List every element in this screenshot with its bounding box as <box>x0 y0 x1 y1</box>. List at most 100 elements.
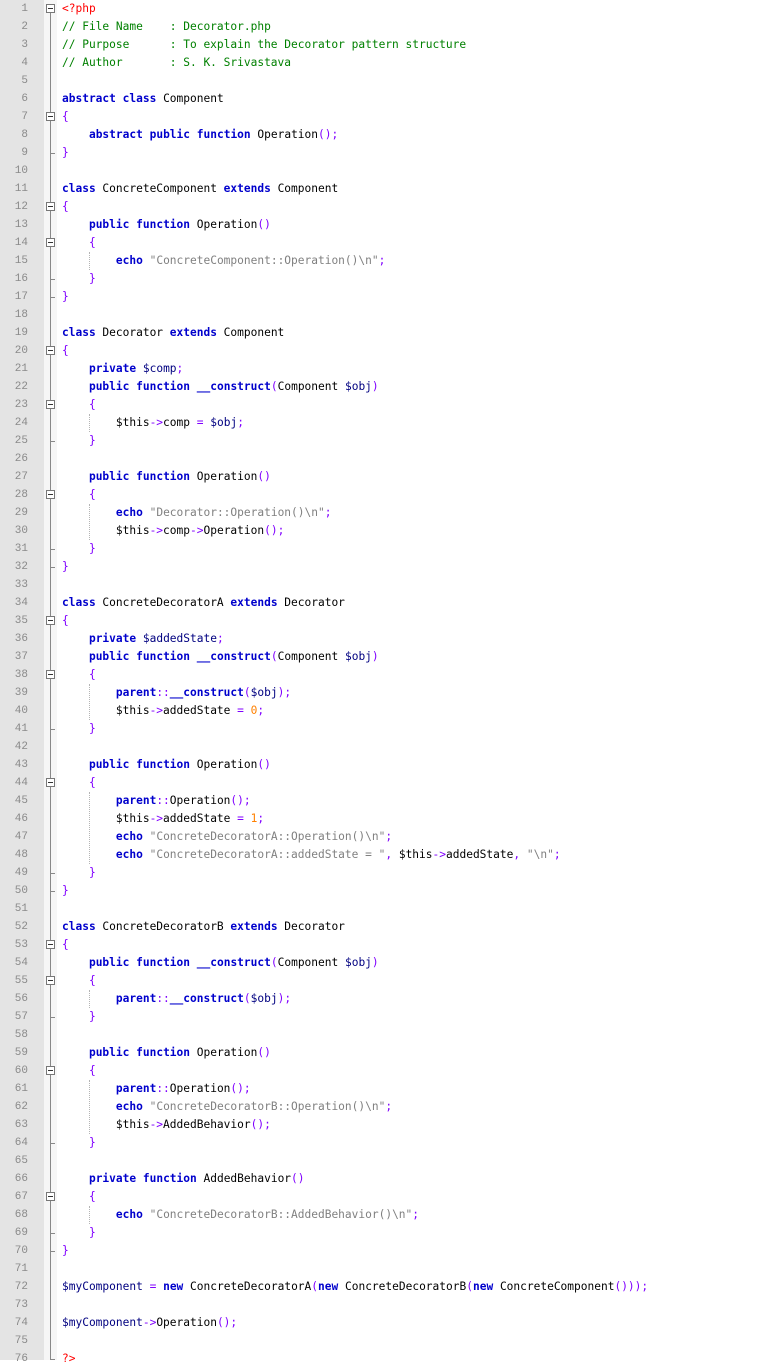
fold-toggle-icon[interactable] <box>44 486 57 504</box>
code-line[interactable]: 36 private $addedState; <box>0 630 760 648</box>
code-text[interactable]: public function Operation() <box>62 469 271 485</box>
code-text[interactable]: public function __construct(Component $o… <box>62 379 379 395</box>
code-line[interactable]: 13 public function Operation() <box>0 216 760 234</box>
code-text[interactable]: } <box>62 1135 96 1151</box>
code-line[interactable]: 74 $myComponent->Operation(); <box>0 1314 760 1332</box>
code-line[interactable]: 46 $this->addedState = 1; <box>0 810 760 828</box>
code-text[interactable]: public function Operation() <box>62 217 271 233</box>
code-line[interactable]: 6 abstract class Component <box>0 90 760 108</box>
code-line[interactable]: 3 // Purpose : To explain the Decorator p… <box>0 36 760 54</box>
code-text[interactable]: { <box>62 613 69 629</box>
code-text[interactable]: public function Operation() <box>62 1045 271 1061</box>
code-text[interactable]: parent::Operation(); <box>62 793 251 809</box>
code-line[interactable]: 37 public function __construct(Component… <box>0 648 760 666</box>
code-line[interactable]: 23 { <box>0 396 760 414</box>
code-text[interactable]: private $addedState; <box>62 631 224 647</box>
code-line[interactable]: 9} <box>0 144 760 162</box>
code-text[interactable]: echo "ConcreteComponent::Operation()\n"; <box>62 253 385 269</box>
code-line[interactable]: 67 { <box>0 1188 760 1206</box>
code-line[interactable]: 28 { <box>0 486 760 504</box>
fold-toggle-icon[interactable] <box>44 396 57 414</box>
code-text[interactable]: { <box>62 1189 96 1205</box>
code-text[interactable]: // Purpose : To explain the Decorator pa… <box>62 37 466 53</box>
code-text[interactable]: { <box>62 397 96 413</box>
code-line[interactable]: 15 echo "ConcreteComponent::Operation()\… <box>0 252 760 270</box>
code-line[interactable]: 43 public function Operation() <box>0 756 760 774</box>
code-text[interactable]: { <box>62 109 69 125</box>
fold-toggle-icon[interactable] <box>44 108 57 126</box>
code-line[interactable]: 11 class ConcreteComponent extends Compon… <box>0 180 760 198</box>
code-text[interactable]: public function __construct(Component $o… <box>62 955 379 971</box>
code-line[interactable]: 76 ?> <box>0 1350 760 1368</box>
code-text[interactable]: parent::__construct($obj); <box>62 991 291 1007</box>
code-line[interactable]: 50} <box>0 882 760 900</box>
code-text[interactable]: abstract class Component <box>62 91 224 107</box>
code-text[interactable]: class ConcreteDecoratorA extends Decorat… <box>62 595 345 611</box>
fold-toggle-icon[interactable] <box>44 1188 57 1206</box>
code-line[interactable]: 26 <box>0 450 760 468</box>
code-text[interactable]: } <box>62 271 96 287</box>
code-text[interactable]: $this->comp->Operation(); <box>62 523 284 539</box>
fold-toggle-icon[interactable] <box>44 774 57 792</box>
code-text[interactable]: $this->addedState = 0; <box>62 703 264 719</box>
code-line[interactable]: 44 { <box>0 774 760 792</box>
code-text[interactable]: private $comp; <box>62 361 183 377</box>
fold-toggle-icon[interactable] <box>44 972 57 990</box>
code-line[interactable]: 64 } <box>0 1134 760 1152</box>
code-line[interactable]: 1 <?php <box>0 0 760 18</box>
code-text[interactable]: echo "ConcreteDecoratorB::Operation()\n"… <box>62 1099 392 1115</box>
code-line[interactable]: 55 { <box>0 972 760 990</box>
code-text[interactable]: <?php <box>62 1 96 17</box>
code-line[interactable]: 4 // Author : S. K. Srivastava <box>0 54 760 72</box>
fold-toggle-icon[interactable] <box>44 198 57 216</box>
fold-toggle-icon[interactable] <box>44 234 57 252</box>
code-text[interactable]: } <box>62 289 69 305</box>
code-text[interactable]: } <box>62 145 69 161</box>
code-line[interactable]: 21 private $comp; <box>0 360 760 378</box>
code-text[interactable]: } <box>62 1225 96 1241</box>
code-line[interactable]: 18 <box>0 306 760 324</box>
code-line[interactable]: 66 private function AddedBehavior() <box>0 1170 760 1188</box>
code-text[interactable]: } <box>62 541 96 557</box>
code-line[interactable]: 68 echo "ConcreteDecoratorB::AddedBehavi… <box>0 1206 760 1224</box>
code-text[interactable]: $this->AddedBehavior(); <box>62 1117 271 1133</box>
code-line[interactable]: 62 echo "ConcreteDecoratorB::Operation()… <box>0 1098 760 1116</box>
code-text[interactable]: } <box>62 865 96 881</box>
code-text[interactable]: echo "ConcreteDecoratorB::AddedBehavior(… <box>62 1207 419 1223</box>
code-line[interactable]: 34 class ConcreteDecoratorA extends Decor… <box>0 594 760 612</box>
code-line[interactable]: 22 public function __construct(Component… <box>0 378 760 396</box>
code-text[interactable]: echo "ConcreteDecoratorA::addedState = "… <box>62 847 561 863</box>
code-line[interactable]: 16 } <box>0 270 760 288</box>
code-line[interactable]: 32} <box>0 558 760 576</box>
code-line[interactable]: 35 { <box>0 612 760 630</box>
code-line[interactable]: 2 // File Name : Decorator.php <box>0 18 760 36</box>
code-text[interactable]: } <box>62 559 69 575</box>
code-line[interactable]: 38 { <box>0 666 760 684</box>
code-line[interactable]: 17} <box>0 288 760 306</box>
code-line[interactable]: 12 { <box>0 198 760 216</box>
code-text[interactable]: class Decorator extends Component <box>62 325 284 341</box>
code-line[interactable]: 54 public function __construct(Component… <box>0 954 760 972</box>
code-line[interactable]: 30 $this->comp->Operation(); <box>0 522 760 540</box>
code-line[interactable]: 19 class Decorator extends Component <box>0 324 760 342</box>
code-line[interactable]: 20 { <box>0 342 760 360</box>
code-line[interactable]: 42 <box>0 738 760 756</box>
code-line[interactable]: 25 } <box>0 432 760 450</box>
code-line[interactable]: 52 class ConcreteDecoratorB extends Decor… <box>0 918 760 936</box>
code-text[interactable]: public function Operation() <box>62 757 271 773</box>
code-line[interactable]: 56 parent::__construct($obj); <box>0 990 760 1008</box>
code-line[interactable]: 51 <box>0 900 760 918</box>
code-text[interactable]: { <box>62 667 96 683</box>
code-line[interactable]: 73 <box>0 1296 760 1314</box>
code-line[interactable]: 5 <box>0 72 760 90</box>
code-line[interactable]: 33 <box>0 576 760 594</box>
code-line[interactable]: 49 } <box>0 864 760 882</box>
code-line[interactable]: 24 $this->comp = $obj; <box>0 414 760 432</box>
code-text[interactable]: $myComponent->Operation(); <box>62 1315 237 1331</box>
code-text[interactable]: private function AddedBehavior() <box>62 1171 305 1187</box>
code-line[interactable]: 8 abstract public function Operation(); <box>0 126 760 144</box>
code-text[interactable]: parent::__construct($obj); <box>62 685 291 701</box>
code-text[interactable]: parent::Operation(); <box>62 1081 251 1097</box>
code-line[interactable]: 40 $this->addedState = 0; <box>0 702 760 720</box>
code-text[interactable]: $this->addedState = 1; <box>62 811 264 827</box>
